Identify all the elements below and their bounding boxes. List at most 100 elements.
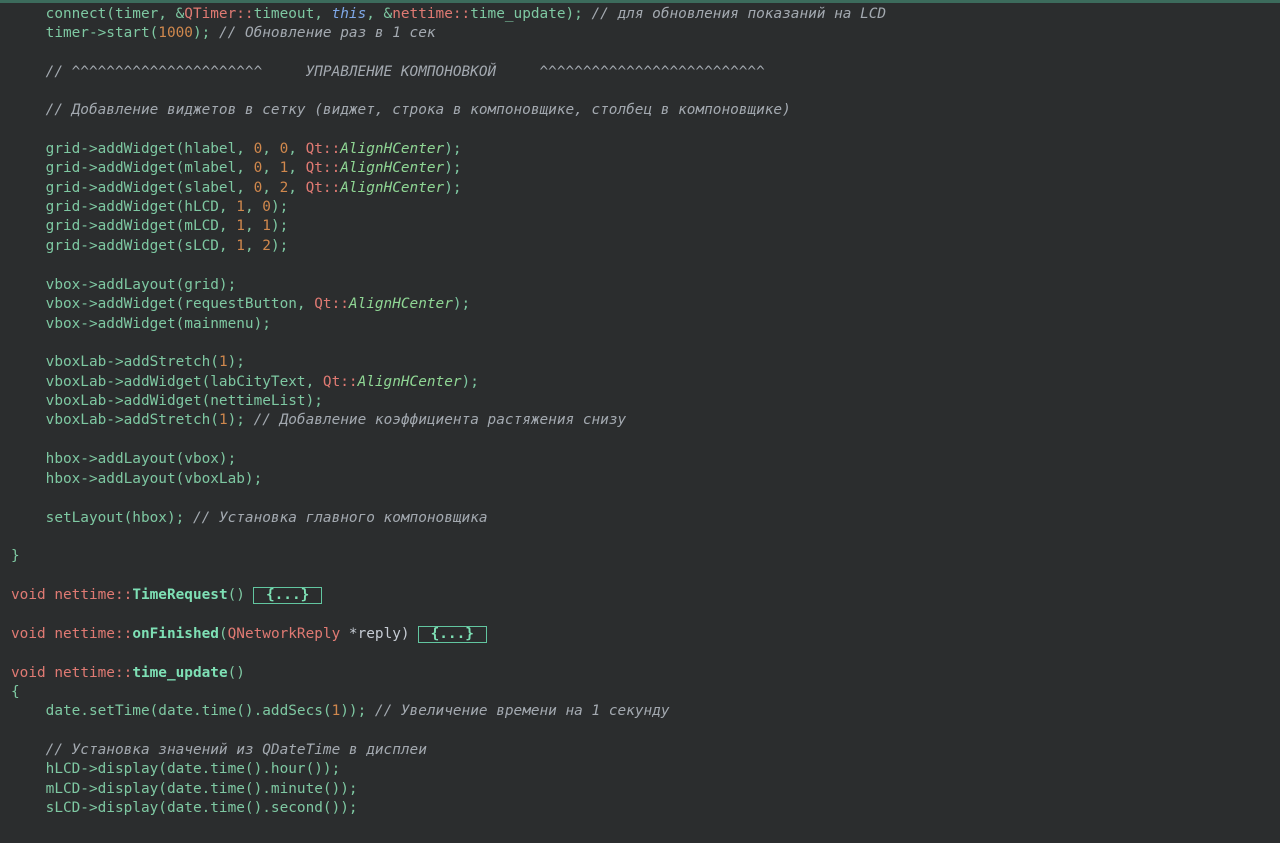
- code-token: // для обновления показаний на LCD: [591, 6, 887, 22]
- code-line[interactable]: hbox->addLayout(vboxLab);: [11, 470, 263, 489]
- code-token: QTimer: [184, 6, 237, 22]
- code-token: vbox->addLayout(grid);: [11, 277, 237, 293]
- code-token: vboxLab->addWidget(nettimeList);: [11, 393, 323, 409]
- code-line[interactable]: date.setTime(date.time().addSecs(1)); //…: [11, 702, 670, 721]
- code-token: ::: [322, 160, 341, 176]
- code-line[interactable]: grid->addWidget(sLCD, 1, 2);: [11, 237, 289, 256]
- code-token: grid->addWidget(mLCD,: [11, 218, 237, 234]
- code-token: 1: [236, 218, 245, 234]
- code-token: grid->addWidget(hLCD,: [11, 199, 237, 215]
- code-token: grid->addWidget(mlabel,: [11, 160, 254, 176]
- code-token: 1: [218, 354, 228, 370]
- code-token: QNetworkReply: [227, 626, 349, 642]
- code-token: timer->start(: [11, 25, 159, 41]
- code-token: ::: [322, 180, 341, 196]
- code-token: }: [11, 548, 20, 564]
- code-token: // Обновление раз в 1 сек: [218, 25, 436, 41]
- code-line[interactable]: connect(timer, &QTimer::timeout, this, &…: [11, 5, 886, 24]
- code-token: Qt: [314, 296, 332, 312]
- code-token: Qt: [305, 141, 323, 157]
- code-line[interactable]: vbox->addLayout(grid);: [11, 276, 237, 295]
- code-line[interactable]: vboxLab->addWidget(labCityText, Qt::Alig…: [11, 373, 479, 392]
- code-line[interactable]: vbox->addWidget(requestButton, Qt::Align…: [11, 295, 471, 314]
- code-line[interactable]: void nettime::TimeRequest() {...}: [11, 586, 323, 605]
- code-token: // ^^^^^^^^^^^^^^^^^^^^^^ УПРАВЛЕНИЕ КОМ…: [11, 64, 765, 80]
- code-token: );: [452, 296, 471, 312]
- code-token: ::: [322, 141, 341, 157]
- code-token: ::: [114, 587, 133, 603]
- code-token: 1: [279, 160, 289, 176]
- code-token: 0: [253, 160, 263, 176]
- code-line[interactable]: {: [11, 683, 20, 702]
- code-token: );: [270, 238, 289, 254]
- code-fold-button[interactable]: {...}: [252, 586, 323, 604]
- code-token: // Добавление виджетов в сетку (виджет, …: [11, 102, 791, 118]
- code-token: ::: [114, 665, 133, 681]
- code-token: onFinished: [132, 626, 219, 642]
- code-token: sLCD->display(date.time().second());: [11, 800, 358, 816]
- code-line[interactable]: }: [11, 547, 20, 566]
- code-token: Qt: [305, 180, 323, 196]
- code-line[interactable]: sLCD->display(date.time().second());: [11, 799, 358, 818]
- code-token: *reply): [348, 626, 410, 642]
- code-line[interactable]: vboxLab->addStretch(1);: [11, 353, 245, 372]
- code-token: 0: [253, 180, 263, 196]
- code-token: void: [11, 587, 55, 603]
- code-token: setLayout(hbox);: [11, 510, 193, 526]
- code-line[interactable]: vboxLab->addStretch(1); // Добавление ко…: [11, 411, 627, 430]
- code-token: // Установка значений из QDateTime в дис…: [11, 742, 427, 758]
- code-token: AlignHCenter: [340, 160, 445, 176]
- code-line[interactable]: // ^^^^^^^^^^^^^^^^^^^^^^ УПРАВЛЕНИЕ КОМ…: [11, 63, 765, 82]
- code-line[interactable]: // Добавление виджетов в сетку (виджет, …: [11, 101, 791, 120]
- code-line[interactable]: timer->start(1000); // Обновление раз в …: [11, 24, 436, 43]
- code-token: AlignHCenter: [340, 180, 445, 196]
- code-line[interactable]: grid->addWidget(mlabel, 0, 1, Qt::AlignH…: [11, 159, 462, 178]
- code-token: 1: [218, 412, 228, 428]
- code-token: AlignHCenter: [340, 141, 445, 157]
- code-token: vboxLab->addWidget(labCityText,: [11, 374, 323, 390]
- code-token: nettime: [54, 587, 115, 603]
- code-token: ,: [288, 180, 306, 196]
- code-token: hbox->addLayout(vboxLab);: [11, 471, 263, 487]
- code-token: 0: [262, 199, 271, 215]
- code-line[interactable]: grid->addWidget(slabel, 0, 2, Qt::AlignH…: [11, 179, 462, 198]
- code-token: vbox->addWidget(requestButton,: [11, 296, 315, 312]
- code-line[interactable]: grid->addWidget(hlabel, 0, 0, Qt::AlignH…: [11, 140, 462, 159]
- code-line[interactable]: hLCD->display(date.time().hour());: [11, 760, 341, 779]
- code-token: grid->addWidget(hlabel,: [11, 141, 254, 157]
- code-token: 1: [331, 703, 341, 719]
- code-token: nettime: [54, 665, 115, 681]
- code-line[interactable]: void nettime::onFinished(QNetworkReply *…: [11, 625, 487, 644]
- code-token: );: [270, 199, 289, 215]
- code-token: {: [11, 684, 20, 700]
- code-token: );: [227, 412, 254, 428]
- code-token: 1000: [158, 25, 193, 41]
- code-token: date.setTime(date.time().addSecs(: [11, 703, 332, 719]
- code-editor[interactable]: connect(timer, &QTimer::timeout, this, &…: [0, 0, 1280, 843]
- code-token: (): [227, 587, 245, 603]
- code-token: , &: [366, 6, 393, 22]
- code-token: );: [227, 354, 245, 370]
- code-line[interactable]: // Установка значений из QDateTime в дис…: [11, 741, 427, 760]
- code-token: ::: [452, 6, 471, 22]
- code-line[interactable]: void nettime::time_update(): [11, 664, 245, 683]
- code-line[interactable]: hbox->addLayout(vbox);: [11, 450, 237, 469]
- code-line[interactable]: setLayout(hbox); // Установка главного к…: [11, 509, 488, 528]
- code-line[interactable]: vboxLab->addWidget(nettimeList);: [11, 392, 323, 411]
- code-token: TimeRequest: [132, 587, 228, 603]
- code-line[interactable]: grid->addWidget(hLCD, 1, 0);: [11, 198, 289, 217]
- code-fold-button[interactable]: {...}: [417, 625, 487, 643]
- code-token: nettime: [54, 626, 115, 642]
- code-token: time_update: [132, 665, 228, 681]
- code-line[interactable]: vbox->addWidget(mainmenu);: [11, 315, 271, 334]
- code-token: hLCD->display(date.time().hour());: [11, 761, 341, 777]
- code-token: ,: [244, 218, 263, 234]
- code-line[interactable]: mLCD->display(date.time().minute());: [11, 780, 358, 799]
- code-token: ::: [114, 626, 133, 642]
- code-token: );: [444, 141, 462, 157]
- code-token: grid->addWidget(slabel,: [11, 180, 254, 196]
- code-line[interactable]: grid->addWidget(mLCD, 1, 1);: [11, 217, 289, 236]
- code-token: connect(timer, &: [11, 6, 185, 22]
- code-token: ));: [340, 703, 375, 719]
- code-token: );: [444, 160, 462, 176]
